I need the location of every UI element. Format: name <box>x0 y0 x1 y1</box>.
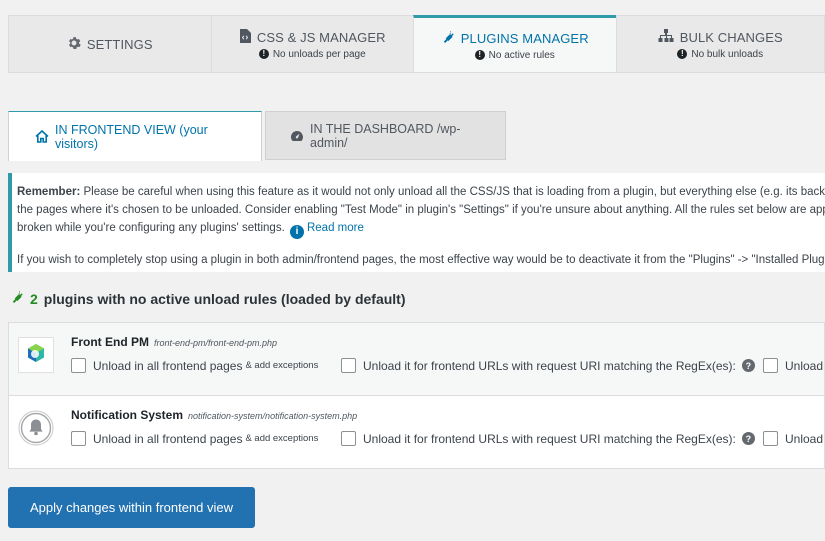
plugins-count: 2 <box>30 290 38 307</box>
tab-dashboard-view[interactable]: IN THE DASHBOARD /wp-admin/ <box>265 111 506 160</box>
unload-it-label: Unload it <box>785 358 825 373</box>
unload-it-label: Unload it <box>785 431 825 446</box>
tab-bulk-status: No bulk unloads <box>691 48 764 60</box>
unload-it-option[interactable]: Unload it <box>763 358 825 373</box>
view-tabs: IN FRONTEND VIEW (your visitors) IN THE … <box>8 111 506 161</box>
exclamation-icon: ! <box>474 50 485 60</box>
apply-changes-button[interactable]: Apply changes within frontend view <box>8 487 255 528</box>
notice-strong: Remember: <box>17 186 81 198</box>
notification-bell-logo-icon <box>18 410 54 446</box>
plugin-path: front-end-pm/front-end-pm.php <box>154 338 278 348</box>
add-exceptions-label: & add exceptions <box>245 360 319 371</box>
notice-line-4: If you wish to completely stop using a p… <box>17 254 825 266</box>
tab-frontend-view[interactable]: IN FRONTEND VIEW (your visitors) <box>8 111 262 161</box>
help-question-icon[interactable]: ? <box>741 359 755 372</box>
help-question-icon[interactable]: ? <box>741 432 755 445</box>
plugins-list: Front End PM front-end-pm/front-end-pm.ph… <box>8 322 825 469</box>
tab-settings-label: SETTINGS <box>86 36 153 52</box>
unload-all-label: Unload in all frontend pages <box>93 431 243 446</box>
unload-it-checkbox[interactable] <box>763 431 778 446</box>
notice-line-1: Remember: Please be careful when using t… <box>17 183 825 201</box>
unload-all-frontend-option[interactable]: Unload in all frontend pages & add excep… <box>71 431 318 446</box>
unload-regex-option[interactable]: Unload it for frontend URLs with request… <box>341 431 755 446</box>
unload-all-label: Unload in all frontend pages <box>93 358 243 373</box>
plugins-heading-text: plugins with no active unload rules (loa… <box>43 290 406 307</box>
top-tabs: SETTINGS CSS & JS MANAGER ! No unloads p… <box>8 15 825 73</box>
unload-all-frontend-option[interactable]: Unload in all frontend pages & add excep… <box>71 358 318 373</box>
plugins-heading: 2 plugins with no active unload rules (l… <box>10 290 406 307</box>
tab-plugins-label: PLUGINS MANAGER <box>460 30 589 46</box>
tab-css-js-label: CSS & JS MANAGER <box>256 29 386 45</box>
tab-bulk-label: BULK CHANGES <box>679 29 783 45</box>
plug-icon <box>441 30 455 47</box>
plugin-title: Notification System <box>71 408 184 422</box>
plugin-row: Notification System notification-system/n… <box>9 396 825 469</box>
gear-icon <box>67 36 81 53</box>
tab-frontend-label: IN FRONTEND VIEW (your visitors) <box>55 122 208 151</box>
dashboard-gauge-icon <box>290 130 304 142</box>
add-exceptions-label: & add exceptions <box>245 433 319 444</box>
unload-it-checkbox[interactable] <box>763 358 778 373</box>
notice-line-3: broken while you're configuring any plug… <box>17 219 825 239</box>
home-icon <box>35 130 49 143</box>
code-file-icon <box>239 28 251 46</box>
exclamation-icon: ! <box>677 49 688 59</box>
remember-notice: Remember: Please be careful when using t… <box>8 173 825 272</box>
plugin-path: notification-system/notification-system.… <box>188 411 358 421</box>
plug-icon <box>10 290 24 307</box>
tab-settings[interactable]: SETTINGS <box>8 15 211 73</box>
unload-all-checkbox[interactable] <box>71 358 86 373</box>
tab-bulk-changes[interactable]: BULK CHANGES ! No bulk unloads <box>615 15 825 73</box>
exclamation-icon: ! <box>258 49 269 59</box>
tab-css-js-status: No unloads per page <box>272 48 366 60</box>
unload-regex-label: Unload it for frontend URLs with request… <box>363 358 736 373</box>
unload-regex-label: Unload it for frontend URLs with request… <box>363 431 736 446</box>
notice-line-2: the pages where it's chosen to be unload… <box>17 204 825 216</box>
unload-regex-checkbox[interactable] <box>341 358 356 373</box>
front-end-pm-logo-icon <box>18 337 54 373</box>
tab-css-js-manager[interactable]: CSS & JS MANAGER ! No unloads per page <box>210 15 413 73</box>
tab-dashboard-label: IN THE DASHBOARD /wp-admin/ <box>310 121 461 150</box>
plugin-name: Notification System notification-system/n… <box>71 408 357 422</box>
tab-plugins-manager[interactable]: PLUGINS MANAGER ! No active rules <box>413 15 616 73</box>
notice-text-1: Please be careful when using this featur… <box>80 186 825 198</box>
unload-regex-checkbox[interactable] <box>341 431 356 446</box>
info-icon: i <box>289 225 304 239</box>
unload-all-checkbox[interactable] <box>71 431 86 446</box>
notice-text-3: broken while you're configuring any plug… <box>17 222 285 234</box>
unload-it-option[interactable]: Unload it <box>763 431 825 446</box>
tab-plugins-status: No active rules <box>488 49 555 61</box>
sitemap-icon <box>658 28 674 46</box>
unload-regex-option[interactable]: Unload it for frontend URLs with request… <box>341 358 755 373</box>
plugin-title: Front End PM <box>71 335 149 349</box>
plugin-row: Front End PM front-end-pm/front-end-pm.ph… <box>9 323 825 396</box>
plugin-name: Front End PM front-end-pm/front-end-pm.ph… <box>71 335 277 349</box>
read-more-link[interactable]: Read more <box>307 222 364 234</box>
